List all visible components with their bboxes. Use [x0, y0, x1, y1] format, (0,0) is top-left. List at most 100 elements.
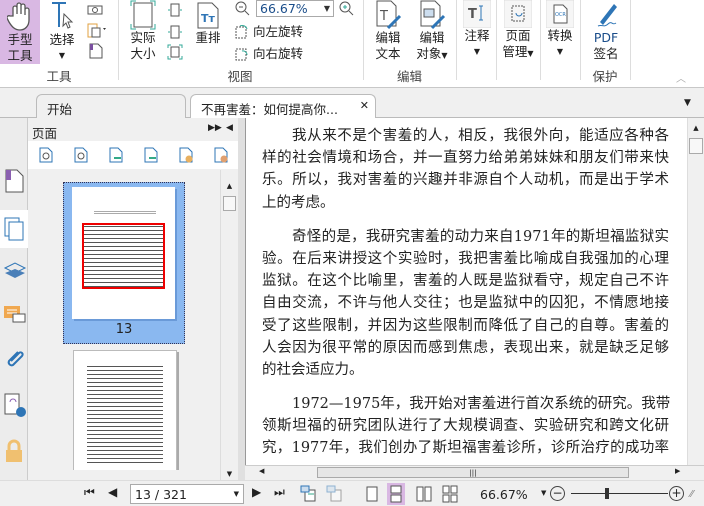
hand-tool-label: 手型: [7, 32, 33, 47]
zoom-slider[interactable]: [571, 488, 668, 499]
document-scroll-thumb[interactable]: [689, 138, 703, 154]
edit-object-button[interactable]: 编辑 对象▼: [410, 0, 454, 64]
zoom-slider-thumb[interactable]: [604, 488, 609, 499]
zoom-in-page-icon[interactable]: [38, 146, 54, 164]
text-line: 领斯坦福的研究团队进行了大规模调查、实验研究和跨文化研: [262, 418, 669, 435]
last-page-button[interactable]: ⏭: [274, 485, 285, 500]
next-view-icon[interactable]: [326, 485, 344, 503]
signature-icon[interactable]: [3, 392, 26, 418]
thumbnail-list: 13: [28, 170, 220, 470]
thumbnail-page-13[interactable]: 13: [63, 182, 185, 344]
tab-label: 不再害羞：如何提高你...: [201, 102, 338, 117]
edit-text-label-2: 文本: [375, 46, 401, 61]
horizontal-scroll-thumb[interactable]: |||: [317, 467, 629, 478]
svg-text:T: T: [379, 9, 388, 24]
rotate-right-icon: [235, 48, 248, 60]
convert-button[interactable]: OCR 转换 ▼: [544, 0, 576, 60]
bookmark-icon[interactable]: [3, 168, 25, 194]
panel-options-icon[interactable]: ▶▶: [208, 123, 222, 133]
prev-page-button[interactable]: ◀: [108, 485, 117, 499]
visible-area-indicator[interactable]: [82, 223, 165, 289]
rotate-left-icon: [235, 24, 248, 38]
continuous-view-icon[interactable]: [387, 483, 405, 505]
tab-start[interactable]: 开始: [36, 94, 186, 118]
continuous-facing-view-icon[interactable]: [440, 484, 460, 504]
rotate-left-button[interactable]: 向左旋转: [234, 21, 303, 40]
text-line: 自由交流，不许与他人交往；也是监狱中的囚犯，不情愿地接: [262, 295, 669, 312]
text-line: 人会因为很平常的原因而感到焦虑，表现出来，就是缺乏足够: [262, 339, 669, 356]
facing-view-icon[interactable]: [414, 484, 434, 504]
hand-tool-label-2: 工具: [7, 48, 33, 63]
pdf-sign-button[interactable]: PDF 签名: [586, 0, 626, 62]
edit-text-button[interactable]: T 编辑 文本: [370, 0, 406, 62]
text-line: 监狱。在这个比喻里，害羞的人既是监狱看守，规定自己不许: [262, 273, 669, 290]
panel-scroll-thumb[interactable]: [223, 196, 236, 211]
attachment-icon[interactable]: [3, 348, 25, 374]
zoom-out-page-icon[interactable]: [73, 146, 89, 164]
clipboard-icon[interactable]: [87, 22, 109, 41]
single-page-view-icon[interactable]: [364, 484, 380, 504]
resize-grip-icon[interactable]: ⁄⁄: [690, 489, 693, 500]
reflow-button[interactable]: Tт 重排: [193, 0, 223, 46]
fit-width-icon[interactable]: [167, 2, 183, 21]
zoom-select[interactable]: 66.67% ▼: [256, 0, 334, 17]
rotate-page-right-icon[interactable]: [143, 146, 159, 164]
panel-splitter[interactable]: [238, 118, 245, 480]
comments-icon[interactable]: [3, 304, 26, 330]
thumbnail-image: [87, 365, 163, 465]
paragraph: 我从来不是个害羞的人，相反，我很外向，能适应各种各 样的社会情境和场合，并一直努力…: [246, 125, 687, 214]
zoom-in-button[interactable]: +: [669, 486, 684, 501]
rotate-page-left-icon[interactable]: [108, 146, 124, 164]
zoom-out-icon[interactable]: [234, 0, 250, 19]
edit-object-label-2: 对象: [416, 46, 442, 61]
actual-size-button[interactable]: 实际 大小: [125, 0, 161, 62]
text-line: 乐。所以，我对害羞的兴趣并非源自个人动机，而是出于学术: [262, 172, 669, 189]
edit-text-icon: T: [376, 0, 402, 30]
page-manage-label: 页面: [505, 28, 531, 43]
panel-toolbar: [28, 141, 238, 169]
group-label-view: 视图: [227, 69, 253, 84]
edit-text-label: 编辑: [375, 30, 401, 45]
next-page-button[interactable]: ▶: [252, 485, 261, 499]
zoom-in-icon[interactable]: [338, 0, 354, 19]
page-manage-button[interactable]: 页面 管理▼: [500, 0, 536, 62]
close-tab-icon[interactable]: ✕: [360, 99, 369, 112]
pages-panel-icon[interactable]: [0, 210, 28, 248]
rotate-right-button[interactable]: 向右旋转: [234, 43, 303, 62]
document-horizontal-scrollbar[interactable]: ◀ ||| ▶: [245, 465, 704, 480]
panel-scrollbar[interactable]: ▲ ▼: [220, 170, 238, 480]
annotate-label: 注释: [464, 28, 490, 43]
document-vertical-scrollbar[interactable]: ▲: [687, 118, 704, 465]
page-purple-icon[interactable]: [89, 43, 103, 62]
security-lock-icon[interactable]: [3, 438, 25, 464]
ribbon-toolbar: 手型 工具 选择 ▼ 工具 实际 大小 Tт 重排 66.67% ▼ 向左旋转 向右旋转…: [0, 0, 704, 88]
select-button[interactable]: 选择 ▼: [44, 0, 80, 64]
zoom-dropdown-icon[interactable]: ▼: [541, 489, 546, 497]
collapse-panel-icon[interactable]: ◀: [226, 123, 233, 133]
previous-view-icon[interactable]: [300, 485, 318, 503]
page-number-value: 13 / 321: [135, 487, 187, 502]
page-manage-icon: [504, 0, 532, 28]
first-page-button[interactable]: ⏮: [84, 485, 95, 500]
snapshot-icon[interactable]: [87, 3, 103, 18]
zoom-out-button[interactable]: −: [550, 486, 565, 501]
annotate-button[interactable]: T 注释 ▼: [461, 0, 493, 60]
thumbnail-page-14[interactable]: [73, 350, 177, 470]
text-line: 验。在后来讲授这个实验时，我把害羞比喻成自我强加的心理: [262, 250, 669, 267]
hand-tool-button[interactable]: 手型 工具: [0, 0, 40, 64]
fit-visible-icon[interactable]: [167, 44, 183, 63]
pdf-sign-label-2: 签名: [593, 46, 619, 61]
paragraph: 1972—1975年，我开始对害羞进行首次系统的研究。我带 领斯坦福的研究团队进行…: [246, 393, 687, 460]
insert-page-icon[interactable]: [178, 146, 194, 164]
layers-icon[interactable]: [3, 260, 27, 286]
collapse-ribbon-icon[interactable]: ︿: [676, 70, 686, 85]
thumbnail-image: [72, 187, 175, 319]
delete-page-icon[interactable]: [213, 146, 229, 164]
tab-document[interactable]: 不再害羞：如何提高你... ✕: [190, 94, 376, 118]
reflow-label: 重排: [195, 30, 221, 45]
page-number-field[interactable]: 13 / 321 ▼: [130, 484, 244, 504]
tab-list-dropdown-icon[interactable]: ▼: [684, 98, 691, 108]
page-manage-label-2: 管理: [502, 44, 528, 59]
fit-page-icon[interactable]: [167, 24, 183, 43]
annotate-icon: T: [463, 0, 491, 28]
